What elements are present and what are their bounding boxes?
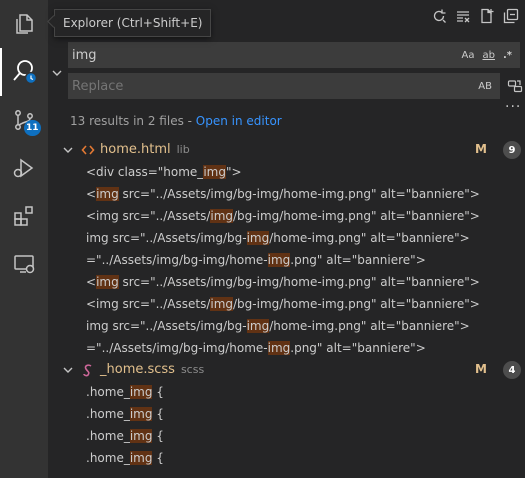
search-activity-button[interactable] (0, 48, 48, 96)
search-box: Aa ab .* (68, 42, 520, 68)
scss-file-icon (83, 364, 92, 377)
remote-explorer-icon (14, 255, 35, 274)
match-line[interactable]: .home_img { (48, 425, 525, 447)
match-count-badge: 4 (503, 361, 521, 379)
file-directory: lib (176, 143, 190, 156)
source-control-badge: 11 (24, 120, 41, 136)
file-name: _home.scss scss (100, 362, 205, 377)
explorer-tooltip: Explorer (Ctrl+Shift+E) (54, 9, 212, 37)
file-name: home.html lib (100, 142, 190, 157)
results-summary: 13 results in 2 files - Open in editor (70, 114, 282, 128)
file-row-home-html[interactable]: home.html lib M 9 (48, 139, 525, 161)
match-line[interactable]: ="../Assets/img/bg-img/home-img.png" alt… (48, 337, 525, 359)
regex-toggle[interactable]: .* (503, 50, 512, 61)
git-status-modified: M (475, 142, 487, 156)
match-line[interactable]: img src="../Assets/img/bg-img/home-img.p… (48, 227, 525, 249)
search-input[interactable] (68, 42, 462, 68)
source-control-activity-button[interactable] (0, 96, 48, 144)
replace-all-icon (507, 80, 523, 93)
chevron-down-icon[interactable] (62, 364, 74, 376)
search-results-tree: home.html lib M 9 <div class="home_img"> … (48, 139, 525, 469)
match-line[interactable]: img src="../Assets/img/bg-img/home-img.p… (48, 315, 525, 337)
refresh-button[interactable] (431, 8, 447, 24)
chevron-down-icon (52, 70, 62, 76)
explorer-activity-button[interactable] (0, 0, 48, 48)
extensions-icon (14, 206, 33, 226)
replace-all-button[interactable] (507, 78, 523, 98)
replace-input[interactable] (68, 73, 479, 99)
match-line[interactable]: .home_img { (48, 381, 525, 403)
new-search-editor-icon (481, 8, 494, 24)
extensions-activity-button[interactable] (0, 192, 48, 240)
toggle-replace-button[interactable] (51, 64, 63, 83)
match-line[interactable]: <img src="../Assets/img/bg-img/home-img.… (48, 205, 525, 227)
match-line[interactable]: .home_img { (48, 447, 525, 469)
clear-results-button[interactable] (455, 8, 471, 24)
preserve-case-toggle[interactable]: AB (478, 81, 492, 92)
files-icon (16, 14, 33, 34)
collapse-all-button[interactable] (503, 8, 519, 24)
chevron-down-icon[interactable] (62, 144, 74, 156)
run-debug-activity-button[interactable] (0, 144, 48, 192)
match-line[interactable]: ="../Assets/img/bg-img/home-img.png" alt… (48, 249, 525, 271)
clear-results-icon (457, 11, 470, 23)
more-options-icon[interactable]: ··· (505, 99, 521, 115)
match-line[interactable]: <img src="../Assets/img/bg-img/home-img.… (48, 183, 525, 205)
match-line[interactable]: <div class="home_img"> (48, 161, 525, 183)
replace-box: AB (68, 73, 500, 99)
activity-bar: 11 (0, 0, 48, 478)
html-file-icon (81, 145, 95, 155)
file-directory: scss (180, 363, 205, 376)
remote-explorer-activity-button[interactable] (0, 240, 48, 288)
collapse-all-icon (503, 8, 519, 24)
file-row-home-scss[interactable]: _home.scss scss M 4 (48, 359, 525, 381)
refresh-icon (433, 9, 446, 23)
match-count-badge: 9 (503, 141, 521, 159)
search-view-actions (431, 8, 519, 24)
run-debug-icon (13, 158, 34, 178)
new-search-editor-button[interactable] (479, 8, 495, 24)
search-icon (13, 60, 38, 85)
match-line[interactable]: .home_img { (48, 403, 525, 425)
whole-word-toggle[interactable]: ab (482, 50, 494, 61)
open-in-editor-link[interactable]: Open in editor (196, 114, 282, 128)
results-count-text: 13 results in 2 files - (70, 114, 196, 128)
git-status-modified: M (475, 362, 487, 376)
match-case-toggle[interactable]: Aa (462, 50, 475, 61)
match-line[interactable]: <img src="../Assets/img/bg-img/home-img.… (48, 271, 525, 293)
match-line[interactable]: <img src="../Assets/img/bg-img/home-img.… (48, 293, 525, 315)
